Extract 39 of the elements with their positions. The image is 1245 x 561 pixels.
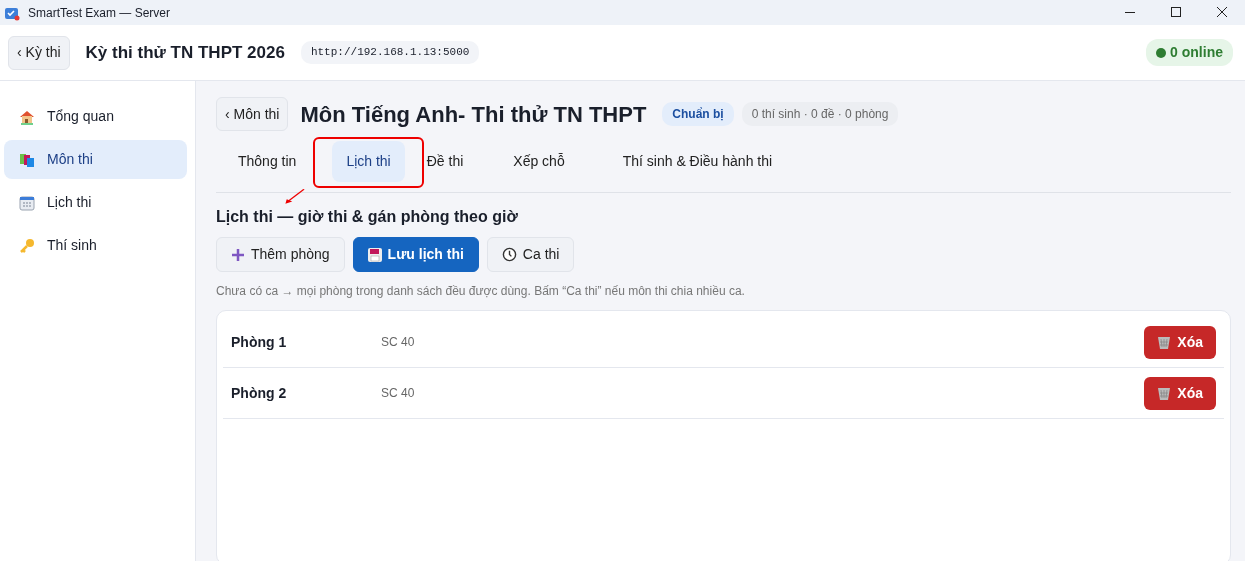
hint-text: Chưa có ca → mọi phòng trong danh sách đều được dùng. Bấm “Ca thi” nếu môn thi chia nhiều ca. bbox=[216, 283, 746, 300]
server-url: http://192.168.1.13:5000 bbox=[300, 41, 480, 64]
books-icon bbox=[19, 151, 35, 168]
sidebar-item[interactable]: Tổng quan bbox=[4, 97, 187, 136]
annotation-arrow bbox=[285, 189, 305, 204]
exam-title: Kỳ thi thử TN THPT 2026 bbox=[85, 41, 285, 64]
tab[interactable]: Thí sinh & Điều hành thi bbox=[608, 141, 787, 182]
back-button[interactable]: ‹ Kỳ thi bbox=[8, 35, 70, 70]
room-name: Phòng 1 bbox=[231, 332, 288, 352]
status-badge: Chuẩn bị bbox=[662, 102, 734, 126]
action-button[interactable]: Lưu lịch thi bbox=[352, 237, 479, 272]
room-code: SC 40 bbox=[381, 334, 416, 351]
tab[interactable]: Thông tin bbox=[224, 141, 311, 182]
room-name: Phòng 2 bbox=[231, 383, 288, 403]
delete-button[interactable]: Xóa bbox=[1144, 376, 1216, 410]
delete-button[interactable]: Xóa bbox=[1144, 325, 1216, 359]
tab[interactable]: Lịch thi bbox=[332, 141, 405, 182]
stats-badge: 0 thí sinh · 0 đề · 0 phòng bbox=[741, 102, 899, 126]
action-button[interactable]: Thêm phòng bbox=[216, 237, 345, 272]
sidebar-item[interactable]: Môn thi bbox=[4, 140, 187, 179]
subject-title: Môn Tiếng Anh- Thi thử TN THPT bbox=[300, 100, 647, 129]
window-title: SmartTest Exam — Server bbox=[28, 4, 171, 22]
back-button[interactable]: ‹ Môn thi bbox=[216, 97, 289, 131]
action-button[interactable]: Ca thi bbox=[486, 237, 575, 272]
sidebar-item[interactable]: Lịch thi bbox=[4, 183, 187, 222]
wastebasket-icon bbox=[1157, 385, 1172, 401]
sidebar-item[interactable]: Thí sinh bbox=[4, 226, 187, 265]
calendar-icon bbox=[19, 194, 35, 211]
wastebasket-icon bbox=[1157, 334, 1172, 350]
status-dot-icon bbox=[1156, 47, 1167, 58]
room-code: SC 40 bbox=[381, 385, 416, 402]
section-title: Lịch thi — giờ thi & gán phòng theo giờ bbox=[216, 207, 518, 227]
tab[interactable]: Đề thi bbox=[412, 141, 478, 182]
key-icon bbox=[19, 237, 35, 254]
tab[interactable]: Xếp chỗ bbox=[499, 141, 579, 182]
online-count: 0 online bbox=[1170, 43, 1223, 62]
plus-icon bbox=[231, 247, 245, 262]
clock-icon bbox=[501, 247, 517, 262]
home-icon bbox=[19, 108, 35, 125]
